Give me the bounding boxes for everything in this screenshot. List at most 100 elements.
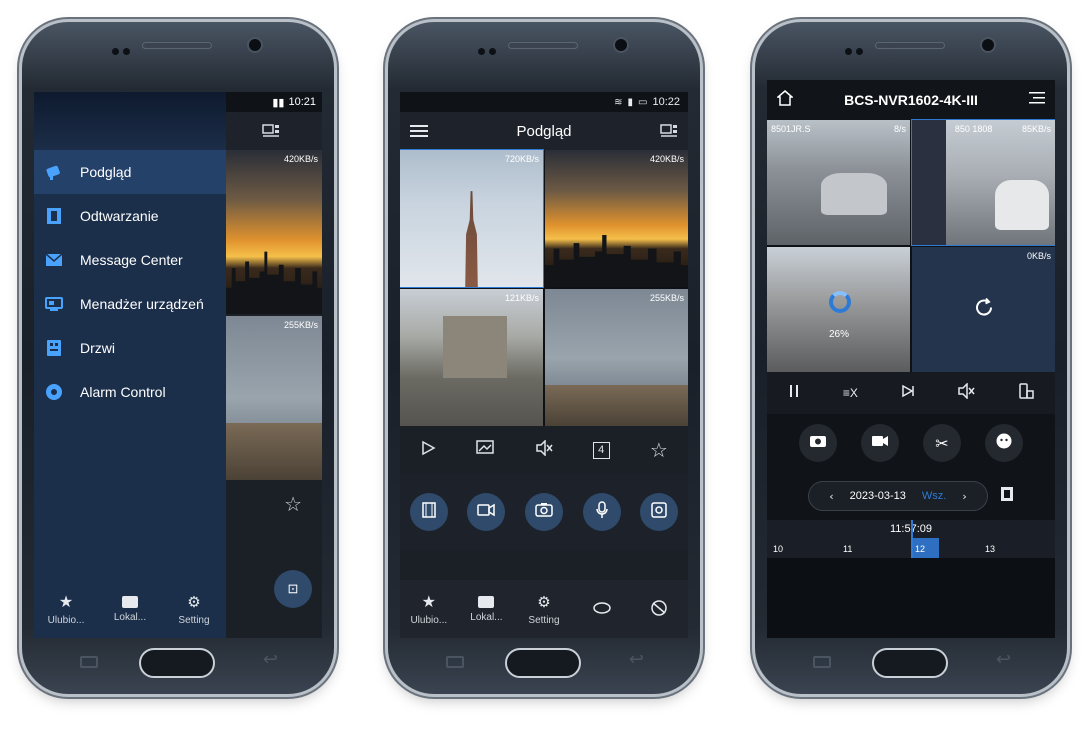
scissors-icon: ✂ bbox=[935, 433, 949, 453]
timeline-tick: 11 bbox=[843, 544, 853, 554]
video-tile[interactable]: 0KB/s bbox=[912, 247, 1055, 372]
tab-local[interactable]: Lokal... bbox=[460, 595, 512, 623]
video-tile[interactable]: 8501JR.S 8/s bbox=[767, 120, 910, 245]
image-quality-icon[interactable] bbox=[476, 439, 495, 461]
tab-local[interactable]: Lokal... bbox=[104, 595, 156, 623]
menu-item-odtwarzanie[interactable]: Odtwarzanie bbox=[34, 194, 226, 238]
film-icon[interactable] bbox=[1000, 486, 1014, 507]
tab-favorites[interactable]: ★ Ulubio... bbox=[403, 592, 455, 626]
status-time: 10:22 bbox=[652, 96, 680, 108]
recent-apps-icon[interactable] bbox=[813, 656, 831, 668]
tab-setting[interactable]: ⚙ Setting bbox=[168, 593, 220, 626]
gear-icon: ⚙ bbox=[537, 592, 551, 611]
video-tile[interactable]: 720KB/s bbox=[400, 149, 544, 288]
back-icon[interactable]: ↩ bbox=[263, 649, 278, 670]
battery-icon: ▭ bbox=[638, 96, 648, 108]
date-tag[interactable]: Wsz. bbox=[922, 490, 946, 502]
snapshot-button[interactable] bbox=[799, 424, 837, 462]
folder-icon bbox=[122, 595, 138, 608]
tab-setting[interactable]: ⚙ Setting bbox=[518, 593, 570, 626]
menu-filter-icon[interactable] bbox=[1028, 91, 1045, 110]
video-tile[interactable]: 850 1808 85KB/s bbox=[911, 119, 1055, 246]
film-icon bbox=[44, 206, 64, 226]
split-4-icon[interactable]: 4 bbox=[592, 441, 610, 459]
video-grid: 720KB/s 420KB/s 121KB/s 255KB/s bbox=[400, 149, 688, 426]
sensor-dots bbox=[478, 42, 504, 55]
home-button[interactable] bbox=[872, 648, 948, 678]
rotate-screen-icon[interactable] bbox=[1018, 382, 1034, 404]
tab-favorites[interactable]: ★ Ulubio... bbox=[40, 592, 92, 626]
snapshot-button[interactable] bbox=[524, 493, 563, 531]
record-button[interactable] bbox=[861, 424, 899, 462]
mute-icon[interactable] bbox=[535, 438, 553, 461]
star-icon[interactable]: ☆ bbox=[650, 438, 668, 462]
drawer-header bbox=[34, 92, 226, 150]
timeline-tick: 12 bbox=[915, 544, 926, 554]
drawer-tabbar: ★ Ulubio... Lokal... ⚙ Setting bbox=[34, 580, 226, 638]
menu-item-device-manager[interactable]: Menadżer urządzeń bbox=[34, 282, 226, 326]
clip-button[interactable]: ✂ bbox=[923, 424, 961, 462]
menu-item-podglad[interactable]: Podgląd bbox=[34, 150, 226, 194]
video-tile[interactable]: 255KB/s bbox=[545, 289, 688, 426]
chevron-left-icon[interactable]: ‹ bbox=[829, 490, 833, 503]
camera-label: 850 1808 bbox=[954, 124, 993, 134]
tab-ptz-rotate[interactable] bbox=[576, 600, 628, 619]
star-icon: ★ bbox=[58, 592, 74, 611]
date-value: 2023-03-13 bbox=[849, 490, 906, 502]
chevron-right-icon[interactable]: › bbox=[962, 490, 966, 503]
home-icon[interactable] bbox=[775, 89, 795, 111]
menu-label: Drzwi bbox=[80, 340, 115, 356]
menu-icon[interactable] bbox=[410, 124, 428, 138]
status-bar: ≋ ▮ ▭ 10:22 bbox=[400, 92, 688, 112]
record-button[interactable] bbox=[467, 493, 506, 531]
star-icon[interactable]: ☆ bbox=[284, 492, 302, 516]
battery-icon: ▮▮ bbox=[272, 96, 285, 109]
video-tile[interactable]: 255KB/s bbox=[226, 316, 322, 480]
ptz-button[interactable] bbox=[640, 493, 679, 531]
timeline-cursor[interactable] bbox=[911, 520, 913, 558]
speaker-grill bbox=[508, 42, 578, 49]
recent-apps-icon[interactable] bbox=[80, 656, 98, 668]
screen: BCS-NVR1602-4K-III 8501JR.S 8/s 850 1808… bbox=[767, 80, 1055, 638]
back-icon[interactable]: ↩ bbox=[629, 649, 644, 670]
menu-label: Message Center bbox=[80, 252, 183, 268]
layout-icon[interactable] bbox=[262, 124, 280, 138]
speed-icon[interactable]: ≡X bbox=[843, 386, 858, 400]
tab-label: Ulubio... bbox=[410, 615, 448, 626]
video-tile[interactable]: 121KB/s bbox=[400, 289, 543, 426]
home-button[interactable] bbox=[505, 648, 581, 678]
menu-label: Menadżer urządzeń bbox=[80, 296, 204, 312]
toolbar: ☆ bbox=[226, 480, 322, 528]
ptz-button[interactable]: ⊡ bbox=[274, 570, 312, 608]
bitrate: 85KB/s bbox=[1021, 124, 1051, 134]
video-tile[interactable]: 26% bbox=[767, 247, 910, 372]
appbar: Podgląd bbox=[400, 112, 688, 150]
mute-icon[interactable] bbox=[957, 381, 975, 404]
tab-no-ptz[interactable] bbox=[633, 599, 685, 620]
refresh-icon[interactable] bbox=[972, 295, 996, 324]
screen: ▮▮ 10:21 420KB/s 255KB/s ☆ ⊡ Podgląd Odt… bbox=[34, 92, 322, 638]
bitrate: 121KB/s bbox=[504, 293, 539, 303]
playback-button[interactable] bbox=[409, 493, 448, 531]
home-button[interactable] bbox=[139, 648, 215, 678]
phone-top bbox=[22, 22, 334, 92]
back-icon[interactable]: ↩ bbox=[996, 649, 1011, 670]
ptz-icon bbox=[651, 501, 667, 523]
menu-item-alarm-control[interactable]: Alarm Control bbox=[34, 370, 226, 414]
front-camera bbox=[980, 37, 996, 53]
menu-item-drzwi[interactable]: Drzwi bbox=[34, 326, 226, 370]
timeline[interactable]: 11:57:09 10 11 12 13 bbox=[767, 520, 1055, 558]
face-button[interactable] bbox=[985, 424, 1023, 462]
video-tile[interactable]: 420KB/s bbox=[226, 150, 322, 314]
microphone-button[interactable] bbox=[582, 493, 621, 531]
layout-icon[interactable] bbox=[660, 124, 678, 138]
recent-apps-icon[interactable] bbox=[446, 656, 464, 668]
next-frame-icon[interactable] bbox=[901, 384, 915, 403]
pause-icon[interactable] bbox=[788, 384, 800, 403]
bitrate: 255KB/s bbox=[649, 293, 684, 303]
camera-icon bbox=[44, 162, 64, 182]
menu-item-message-center[interactable]: Message Center bbox=[34, 238, 226, 282]
date-picker[interactable]: ‹ 2023-03-13 Wsz. › bbox=[808, 481, 988, 511]
play-icon[interactable] bbox=[420, 440, 436, 461]
video-tile[interactable]: 420KB/s bbox=[545, 150, 688, 287]
